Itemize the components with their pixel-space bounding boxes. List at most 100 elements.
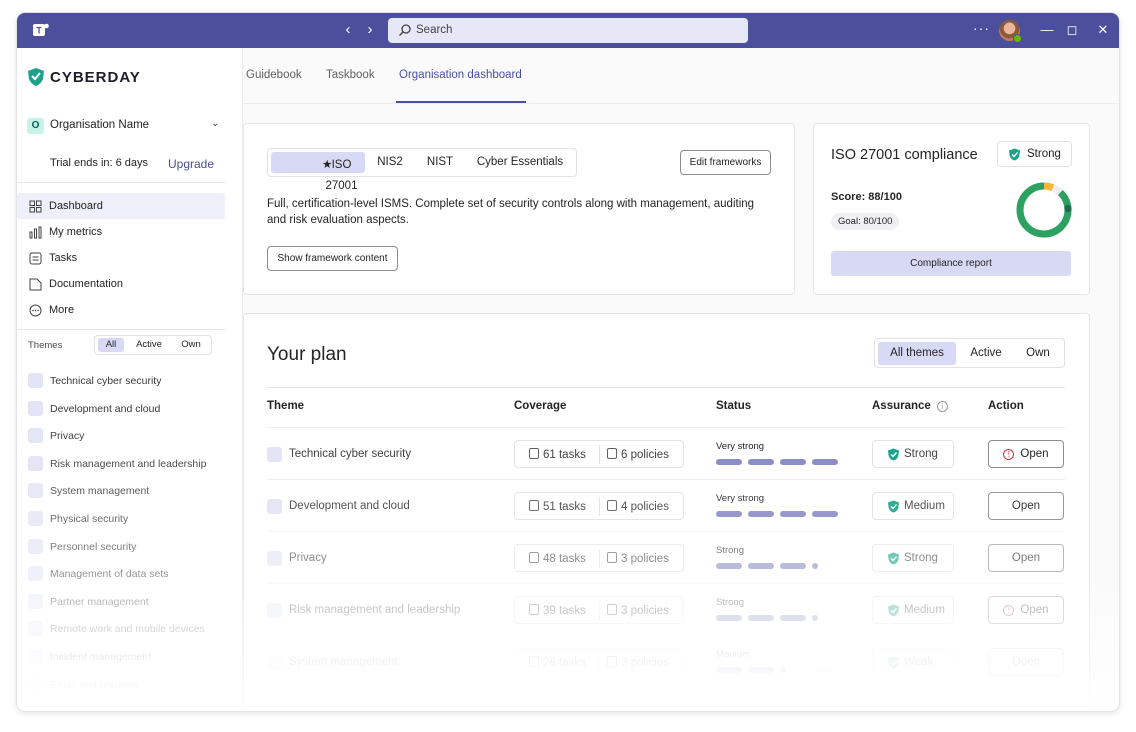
status-bar-segment <box>812 511 838 517</box>
framework-nis2[interactable]: NIS2 <box>369 152 411 173</box>
forward-arrow-icon[interactable]: › <box>359 21 381 38</box>
tab-organisation-dashboard[interactable]: Organisation dashboard <box>399 69 522 81</box>
chevron-down-icon: ⌄ <box>211 118 220 129</box>
filter-own[interactable]: Own <box>173 338 209 352</box>
user-avatar[interactable] <box>999 20 1022 43</box>
framework-iso27001[interactable]: ISO 27001 ★ <box>271 152 365 192</box>
tab-guidebook[interactable]: Guidebook <box>246 69 302 81</box>
tasks-icon <box>529 656 539 667</box>
nav-item-my-metrics[interactable]: My metrics <box>17 219 225 245</box>
open-button[interactable]: Open <box>988 648 1064 676</box>
theme-item-development-and-cloud[interactable]: Development and cloud <box>17 396 227 424</box>
policy-icon <box>607 552 617 563</box>
brand-name: CYBERDAY <box>50 69 141 86</box>
open-button[interactable]: Open <box>988 544 1064 572</box>
alert-icon <box>28 648 43 664</box>
tab-taskbook[interactable]: Taskbook <box>326 69 375 81</box>
bar-chart-icon <box>29 226 42 239</box>
status-text: Strong <box>716 597 744 608</box>
more-icon <box>29 304 42 317</box>
table-row: Development and cloud 51 tasks 4 policies V… <box>267 479 1065 531</box>
assurance-badge: Medium <box>872 596 954 624</box>
coverage-summary[interactable]: 39 tasks 3 policies <box>514 596 684 624</box>
filter-active[interactable]: Active <box>959 342 1013 365</box>
status-bar-segment <box>748 563 774 569</box>
theme-item-remote-work[interactable]: Remote work and mobile devices <box>17 616 227 644</box>
coverage-summary[interactable]: 61 tasks 6 policies <box>514 440 684 468</box>
teams-logo-icon: T <box>33 23 49 36</box>
nav-item-tasks[interactable]: Tasks <box>17 245 225 271</box>
edit-frameworks-button[interactable]: Edit frameworks <box>680 150 771 175</box>
open-button[interactable]: Open <box>988 492 1064 520</box>
main-nav: Dashboard My metrics Tasks Documentation… <box>17 193 225 323</box>
theme-item-privacy[interactable]: Privacy <box>17 423 227 451</box>
maximize-icon[interactable]: ◻ <box>1064 22 1080 38</box>
policies-count: 3 policies <box>607 552 669 565</box>
star-icon: ★ <box>322 159 333 171</box>
status-text: Very strong <box>716 493 765 504</box>
divider <box>599 601 600 620</box>
theme-item-email-phishing[interactable]: Email and phishing <box>17 672 227 700</box>
column-header-theme: Theme <box>267 400 305 412</box>
more-options-icon[interactable]: ··· <box>973 20 990 36</box>
tasks-icon <box>529 552 539 563</box>
coverage-summary[interactable]: 48 tasks 3 policies <box>514 544 684 572</box>
status-bar-segment <box>716 459 742 465</box>
plan-title: Your plan <box>267 344 347 365</box>
org-avatar: O <box>27 118 44 134</box>
policy-icon <box>607 500 617 511</box>
upgrade-link[interactable]: Upgrade <box>168 157 214 171</box>
filter-active[interactable]: Active <box>128 338 170 352</box>
nav-item-dashboard[interactable]: Dashboard <box>17 193 225 219</box>
tasks-count: 48 tasks <box>529 552 586 565</box>
theme-label: Remote work and mobile devices <box>50 623 205 636</box>
framework-description: Full, certification-level ISMS. Complete… <box>267 198 755 226</box>
theme-item-physical-security[interactable]: Physical security <box>17 506 227 534</box>
status-bar-segment <box>716 511 742 517</box>
filter-own[interactable]: Own <box>1015 342 1061 365</box>
app-window: T ‹ › Search ··· — ◻ ✕ CYBERDAY O Organis… <box>17 13 1119 711</box>
assurance-label: Assurance <box>872 400 931 412</box>
open-button[interactable]: ! Open <box>988 596 1064 624</box>
theme-filter: All Active Own <box>94 335 212 355</box>
close-icon[interactable]: ✕ <box>1095 22 1111 38</box>
theme-item-system-management[interactable]: System management <box>17 478 227 506</box>
theme-item-partner-management[interactable]: Partner management <box>17 589 227 617</box>
status-bar-dot <box>812 615 818 621</box>
assurance-label: Strong <box>904 552 938 564</box>
nav-item-more[interactable]: More <box>17 297 225 323</box>
theme-item-risk-management[interactable]: Risk management and leadership <box>17 451 227 479</box>
open-button[interactable]: ! Open <box>988 440 1064 468</box>
assurance-badge: Strong <box>872 544 954 572</box>
framework-selector: ISO 27001 ★ NIS2 NIST Cyber Essentials <box>267 148 577 192</box>
filter-all[interactable]: All <box>98 338 124 352</box>
status-bar-segment <box>748 511 774 517</box>
framework-cyber-essentials[interactable]: Cyber Essentials <box>468 152 572 173</box>
theme-icon <box>267 655 282 670</box>
framework-nist[interactable]: NIST <box>418 152 462 173</box>
open-label: Open <box>1011 552 1041 564</box>
policies-count: 3 policies <box>607 656 669 669</box>
show-framework-content-button[interactable]: Show framework content <box>267 246 398 271</box>
coverage-summary[interactable]: 28 tasks 3 policies <box>514 648 684 676</box>
minimize-icon[interactable]: — <box>1039 22 1055 37</box>
nav-item-documentation[interactable]: Documentation <box>17 271 225 297</box>
theme-item-personnel-security[interactable]: Personnel security <box>17 534 227 562</box>
theme-item-technical-cyber-security[interactable]: Technical cyber security <box>17 368 227 396</box>
key-icon <box>28 428 43 444</box>
compliance-report-button[interactable]: Compliance report <box>831 251 1071 276</box>
tasks-count: 61 tasks <box>529 448 586 461</box>
search-input[interactable]: Search <box>388 18 748 43</box>
assurance-badge: Weak <box>872 648 954 676</box>
theme-item-data-sets[interactable]: Management of data sets <box>17 561 227 589</box>
back-arrow-icon[interactable]: ‹ <box>337 21 359 38</box>
policies-label: 3 policies <box>621 605 669 617</box>
theme-label: Incident management <box>50 650 151 663</box>
policy-icon <box>607 604 617 615</box>
filter-all-themes[interactable]: All themes <box>878 342 956 365</box>
info-icon[interactable]: i <box>936 401 948 412</box>
theme-item-incident-management[interactable]: Incident management <box>17 644 227 672</box>
coverage-summary[interactable]: 51 tasks 4 policies <box>514 492 684 520</box>
mail-icon <box>28 676 43 692</box>
tasks-label: 28 tasks <box>543 657 586 669</box>
